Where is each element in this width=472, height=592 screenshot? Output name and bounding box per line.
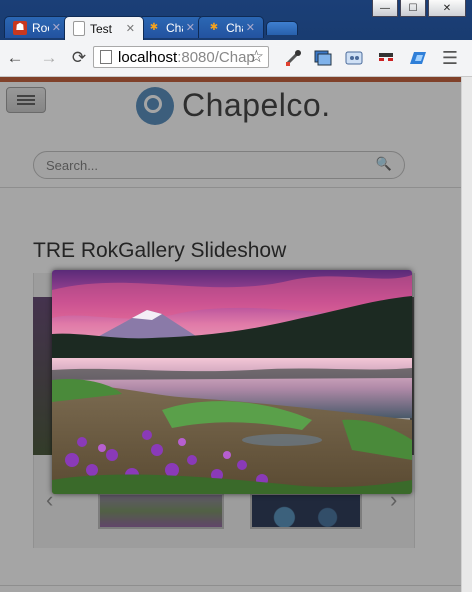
maximize-button[interactable]: ☐ xyxy=(400,0,426,17)
address-bar[interactable]: localhost:8080/Chap ☆ xyxy=(93,46,269,68)
forward-button[interactable]: → xyxy=(38,47,60,69)
close-tab-icon[interactable]: ✕ xyxy=(126,22,135,35)
page-scrollbar[interactable] xyxy=(461,77,472,592)
back-arrow-icon: ← xyxy=(6,48,24,67)
bookmark-star-icon[interactable]: ☆ xyxy=(249,47,264,67)
close-tab-icon[interactable]: ✕ xyxy=(246,21,255,34)
tab-label: Rock xyxy=(32,20,49,35)
joomla-icon: ✱ xyxy=(209,22,219,33)
tab-chapelco-2[interactable]: ✱ Chap ✕ xyxy=(198,16,264,38)
url-text: localhost:8080/Chap xyxy=(118,49,255,66)
eyedropper-extension-icon[interactable] xyxy=(283,48,303,68)
browser-toolbar: ← → ⟳ localhost:8080/Chap ☆ ☰ xyxy=(0,40,472,77)
maximize-icon: ☐ xyxy=(408,2,418,14)
screenshot-extension-icon[interactable] xyxy=(313,48,333,68)
reload-button[interactable]: ⟳ xyxy=(68,47,90,69)
minimize-button[interactable]: — xyxy=(372,0,398,17)
lightbox-image[interactable] xyxy=(52,270,412,494)
close-window-button[interactable]: ✕ xyxy=(428,0,466,17)
web-page: Chapelco. Search... 🔍 TRE RokGallery Sli… xyxy=(0,77,472,592)
red-favicon-icon: ☗ xyxy=(13,20,27,35)
new-tab-button[interactable] xyxy=(266,21,298,35)
reload-icon: ⟳ xyxy=(71,48,87,67)
close-tab-icon[interactable]: ✕ xyxy=(186,21,195,34)
joomla-icon: ✱ xyxy=(149,22,159,33)
page-icon xyxy=(73,21,85,36)
url-host: localhost xyxy=(118,48,178,66)
window-resizer-extension-icon[interactable] xyxy=(344,48,364,68)
tab-test[interactable]: Test ✕ xyxy=(64,16,144,40)
minimize-icon: — xyxy=(380,2,390,14)
close-icon: ✕ xyxy=(442,2,452,14)
tab-label: Test xyxy=(90,21,113,36)
hamburger-menu-icon: ☰ xyxy=(441,47,459,68)
chrome-menu-button[interactable]: ☰ xyxy=(440,48,460,68)
incognito-extension-icon[interactable] xyxy=(376,48,396,68)
url-path: :8080/Chap xyxy=(177,48,255,66)
tab-rock[interactable]: ☗ Rock ✕ xyxy=(4,16,70,38)
window-controls: — ☐ ✕ xyxy=(372,0,466,17)
close-tab-icon[interactable]: ✕ xyxy=(52,21,61,34)
page-info-icon xyxy=(100,50,112,64)
forward-arrow-icon: → xyxy=(40,48,58,67)
tab-strip: ☗ Rock ✕ Test ✕ ✱ Chap ✕ ✱ Chap ✕ xyxy=(4,16,298,40)
back-button[interactable]: ← xyxy=(4,47,26,69)
tab-chapelco-1[interactable]: ✱ Chap ✕ xyxy=(138,16,204,38)
tab-label: Chap xyxy=(166,20,183,35)
blue-extension-icon[interactable] xyxy=(408,48,428,68)
browser-chrome: — ☐ ✕ ☗ Rock ✕ Test ✕ ✱ Chap ✕ ✱ Chap ✕ … xyxy=(0,0,472,77)
tab-label: Chap xyxy=(226,20,243,35)
